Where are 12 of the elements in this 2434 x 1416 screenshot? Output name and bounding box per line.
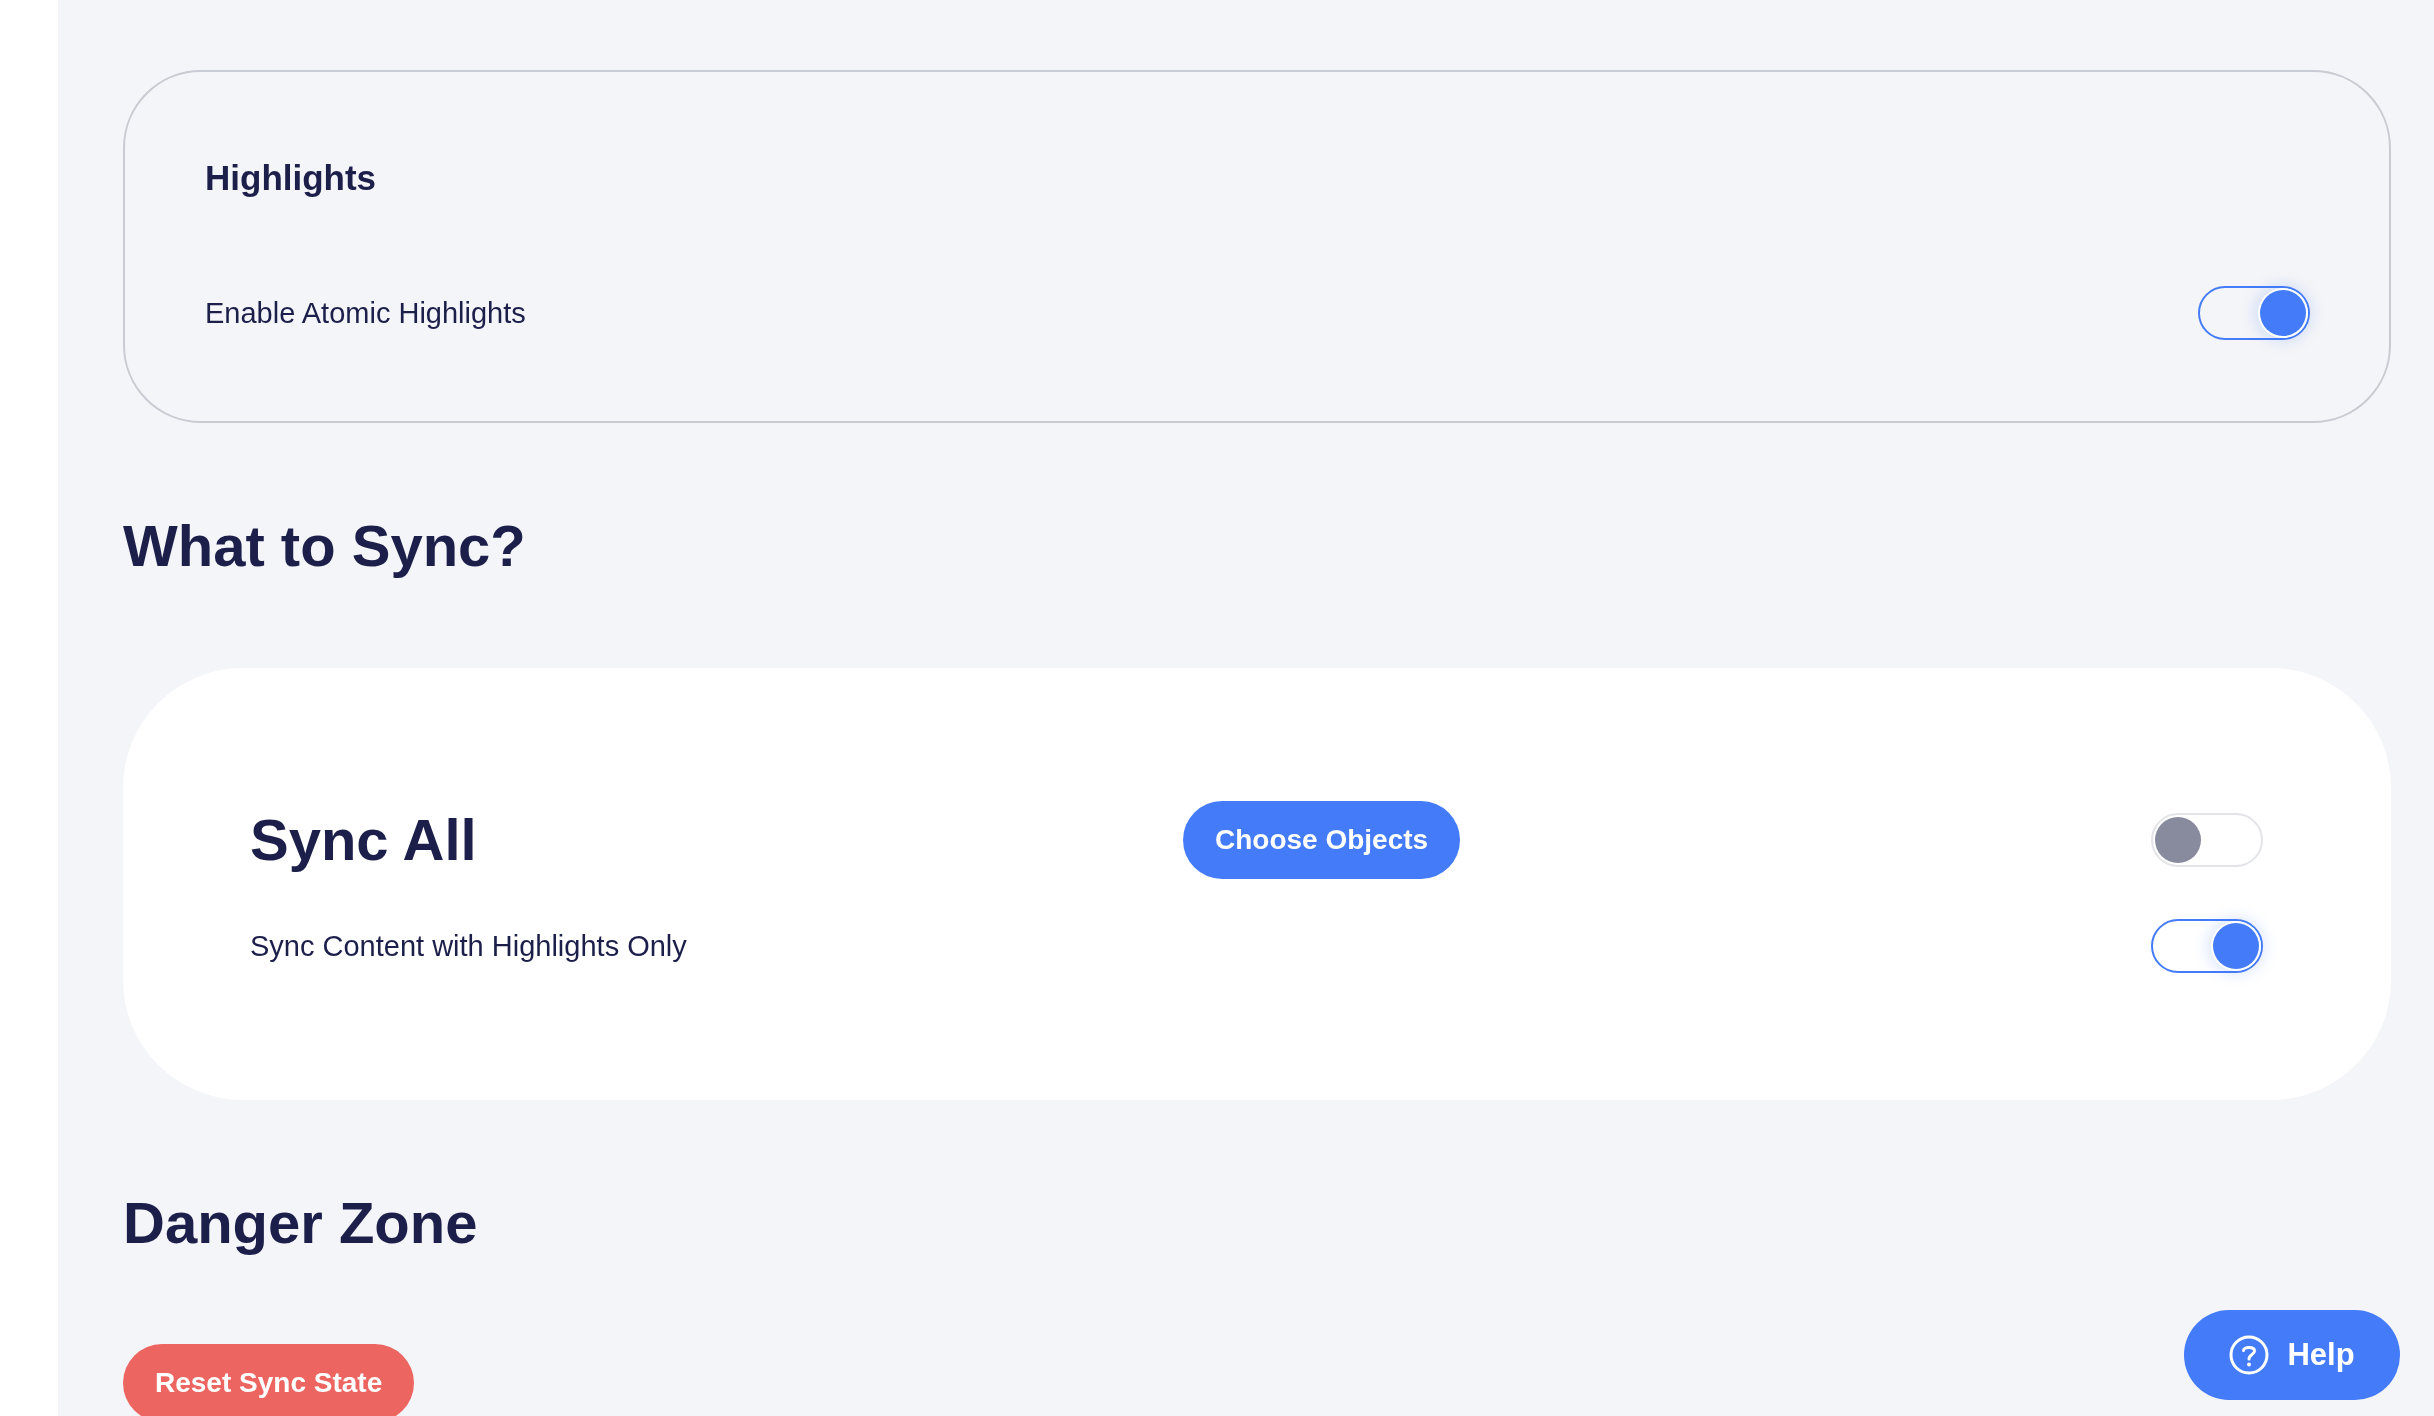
help-icon xyxy=(2229,1335,2270,1375)
section-heading: Danger Zone xyxy=(123,1189,479,1257)
toggle-switch[interactable] xyxy=(2151,918,2263,973)
choose-objects-button[interactable]: Choose Objects xyxy=(1183,801,1461,879)
section-heading: What to Sync? xyxy=(123,512,527,580)
setting-label: Sync Content with Highlights Only xyxy=(250,928,687,964)
reset-button[interactable]: Reset Sync State xyxy=(123,1344,415,1416)
card-title: Highlights xyxy=(205,158,378,198)
setting-label: Enable Atomic Highlights xyxy=(205,296,526,331)
sync-title: Sync All xyxy=(250,807,477,872)
toggle-switch[interactable] xyxy=(2198,286,2310,340)
help-button[interactable]: Help xyxy=(2184,1310,2400,1400)
